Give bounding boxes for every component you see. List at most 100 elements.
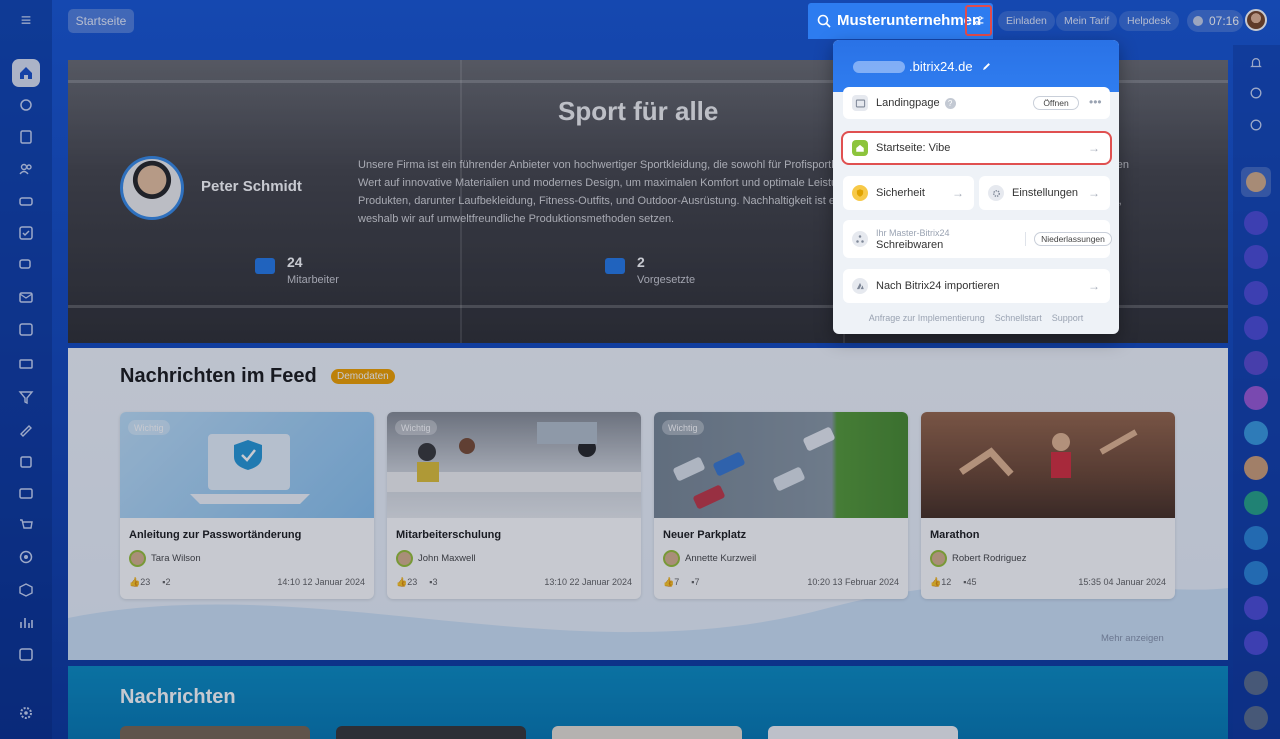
comments-count[interactable]: ▪3 [429, 577, 437, 588]
chat-user-avatar[interactable] [1244, 671, 1268, 695]
search-icon[interactable] [816, 13, 832, 29]
likes-count[interactable]: 👍23 [396, 577, 417, 588]
chat-channel-icon[interactable] [1244, 631, 1268, 655]
settings-item[interactable]: Einstellungen → [979, 176, 1110, 210]
document-icon[interactable] [12, 123, 40, 151]
mail-icon[interactable] [12, 283, 40, 311]
calendar-icon[interactable] [12, 315, 40, 343]
news-thumbnail[interactable] [120, 726, 310, 739]
feed-card[interactable]: Marathon Robert Rodriguez 👍12 ▪45 15:35 0… [921, 412, 1175, 599]
chat-user-avatar[interactable] [1244, 706, 1268, 730]
comments-count[interactable]: ▪2 [162, 577, 170, 588]
landingpage-item[interactable]: Landingpage ? Öffnen ••• [843, 87, 1110, 119]
portal-domain[interactable]: .bitrix24.de [853, 59, 992, 74]
chat-channel-icon[interactable] [1244, 316, 1268, 340]
chat-channel-icon[interactable] [1244, 245, 1268, 269]
feed-card[interactable]: Wichtig Mitarbeiterschulung John Maxwell… [387, 412, 641, 599]
security-item[interactable]: Sicherheit → [843, 176, 974, 210]
card-date: 15:35 04 Januar 2024 [1078, 577, 1166, 587]
open-button[interactable]: Öffnen [1033, 96, 1079, 110]
show-more-link[interactable]: Mehr anzeigen [1101, 633, 1164, 644]
target-icon[interactable] [12, 543, 40, 571]
card-title[interactable]: Marathon [930, 529, 980, 541]
import-item[interactable]: Nach Bitrix24 importieren → [843, 269, 1110, 303]
chat-user-initial-icon[interactable] [1244, 491, 1268, 515]
drive-icon[interactable] [12, 187, 40, 215]
implementation-request-link[interactable]: Anfrage zur Implementierung [869, 313, 985, 323]
more-options-icon[interactable]: ••• [1089, 96, 1102, 108]
news-thumbnail[interactable] [336, 726, 526, 739]
settings-gear-icon[interactable] [12, 699, 40, 727]
portal-settings-toggle[interactable] [965, 5, 992, 36]
funnel-icon[interactable] [12, 383, 40, 411]
sliders-icon [973, 16, 984, 25]
feed-icon[interactable] [12, 91, 40, 119]
presentation-icon[interactable] [12, 351, 40, 379]
quickstart-link[interactable]: Schnellstart [995, 313, 1042, 323]
menu-icon[interactable]: ≡ [16, 10, 36, 30]
copilot-icon[interactable] [1244, 81, 1268, 105]
news-thumbnail[interactable] [552, 726, 742, 739]
feed-card[interactable]: Wichtig Anleitung zur Passwortänderung T… [120, 412, 374, 599]
arrow-right-icon: → [1088, 141, 1100, 155]
feed-card[interactable]: Wichtig Neuer Parkplatz Annette Kurzweil… [654, 412, 908, 599]
author-avatar [396, 549, 413, 567]
chat-task-icon[interactable] [1244, 526, 1268, 550]
clock-time: 07:16 [1209, 14, 1240, 28]
cart-icon[interactable] [12, 511, 40, 539]
edit-pencil-icon[interactable] [981, 61, 992, 72]
chat-channel-icon[interactable] [1244, 281, 1268, 305]
card-title[interactable]: Neuer Parkplatz [663, 529, 746, 541]
invite-button[interactable]: Einladen [998, 11, 1055, 31]
startseite-vibe-item[interactable]: Startseite: Vibe → [841, 131, 1112, 165]
comments-count[interactable]: ▪7 [691, 577, 699, 588]
master-bitrix-item[interactable]: Ihr Master-Bitrix24 Schreibwaren Niederl… [843, 220, 1112, 258]
chat-channel-icon[interactable] [1244, 211, 1268, 235]
home-icon[interactable] [12, 59, 40, 87]
company-name[interactable]: Musterunternehmen [837, 12, 981, 29]
notifications-bell-icon[interactable] [1244, 51, 1268, 75]
card-author[interactable]: John Maxwell [396, 549, 476, 567]
chat-icon[interactable] [12, 251, 40, 279]
users-icon[interactable] [12, 155, 40, 183]
likes-count[interactable]: 👍7 [663, 577, 679, 588]
analytics-icon[interactable] [12, 608, 40, 636]
chat-group-icon[interactable] [1244, 421, 1268, 445]
user-avatar[interactable] [1245, 9, 1267, 31]
chat-channel-icon[interactable] [1244, 596, 1268, 620]
sign-icon[interactable] [12, 415, 40, 443]
shop-icon[interactable] [12, 447, 40, 475]
news-thumbnail[interactable] [768, 726, 958, 739]
my-plan-button[interactable]: Mein Tarif [1056, 11, 1118, 31]
chat-channel-icon[interactable] [1244, 351, 1268, 375]
box-icon[interactable] [12, 576, 40, 604]
help-icon[interactable]: ? [944, 97, 956, 109]
likes-count[interactable]: 👍23 [129, 577, 150, 588]
chat-user-initial-icon[interactable] [1244, 386, 1268, 410]
search-bar[interactable]: Musterunternehmen [808, 3, 993, 39]
chat-user-avatar[interactable] [1244, 456, 1268, 480]
helpdesk-button[interactable]: Helpdesk [1119, 11, 1179, 31]
person-name[interactable]: Peter Schmidt [201, 178, 302, 195]
card-title[interactable]: Mitarbeiterschulung [396, 529, 501, 541]
person-avatar[interactable] [120, 156, 184, 220]
card-date: 14:10 12 Januar 2024 [277, 577, 365, 587]
support-link[interactable]: Support [1052, 313, 1084, 323]
landingpage-label: Landingpage [876, 97, 940, 109]
card-author[interactable]: Robert Rodriguez [930, 549, 1026, 567]
tasks-icon[interactable] [12, 219, 40, 247]
comments-count[interactable]: ▪45 [963, 577, 976, 588]
card-title[interactable]: Anleitung zur Passwortänderung [129, 529, 301, 541]
chat-task-icon[interactable] [1244, 561, 1268, 585]
work-time-clock[interactable]: 07:16 [1187, 10, 1243, 32]
arrow-right-icon: → [1088, 279, 1100, 293]
branches-button[interactable]: Niederlassungen [1034, 232, 1112, 246]
startseite-button[interactable]: Startseite [68, 9, 134, 33]
likes-count[interactable]: 👍12 [930, 577, 951, 588]
card-author[interactable]: Tara Wilson [129, 549, 201, 567]
contact-card-icon[interactable] [12, 479, 40, 507]
planner-icon[interactable] [12, 640, 40, 668]
contact-avatar[interactable] [1241, 167, 1271, 197]
card-author[interactable]: Annette Kurzweil [663, 549, 756, 567]
search-chat-icon[interactable] [1244, 113, 1268, 137]
